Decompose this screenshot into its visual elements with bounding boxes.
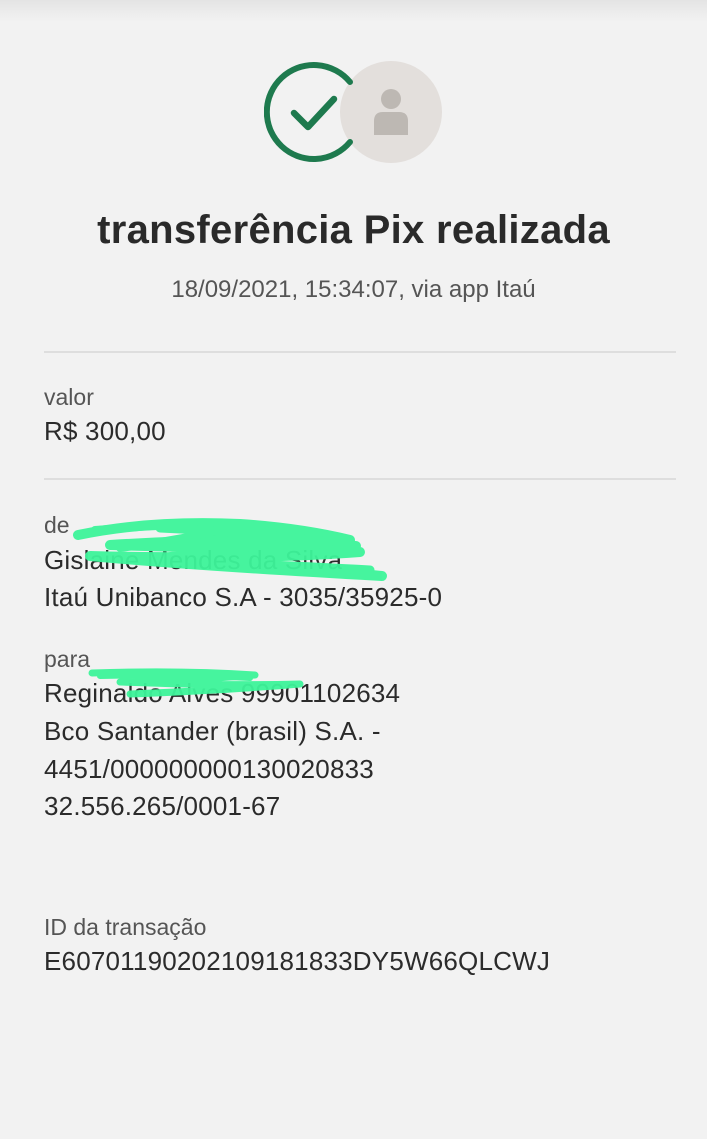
redaction-scribble <box>73 518 387 698</box>
receipt-screen: transferência Pix realizada 18/09/2021, … <box>0 0 707 1139</box>
